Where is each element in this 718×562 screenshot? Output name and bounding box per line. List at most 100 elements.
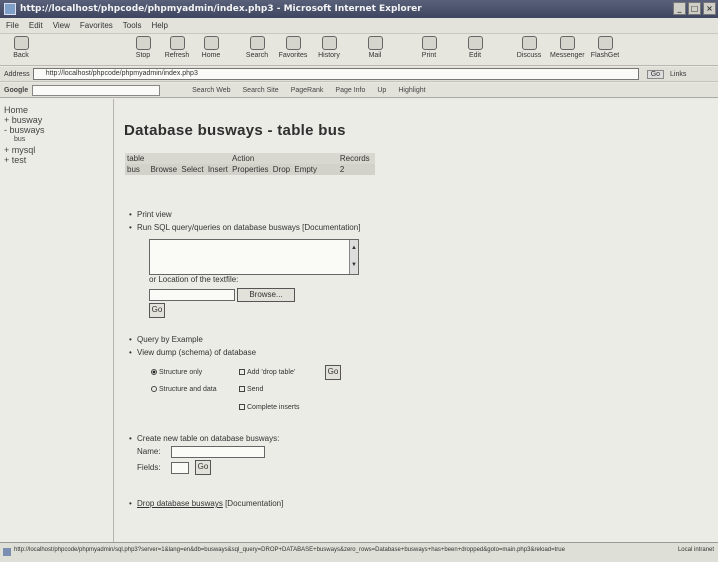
sidebar-item-bus[interactable]: bus <box>4 135 113 145</box>
drop-documentation-link[interactable]: [Documentation] <box>225 499 283 508</box>
add-drop-table-option[interactable]: Add 'drop table' <box>239 369 295 376</box>
home-icon <box>203 36 219 50</box>
window-controls: _ □ × <box>673 2 716 15</box>
menu-tools[interactable]: Tools <box>123 21 142 30</box>
print-button[interactable]: Print <box>412 36 446 64</box>
menu-help[interactable]: Help <box>151 21 167 30</box>
back-arrow-icon <box>13 36 29 50</box>
google-page-info[interactable]: Page Info <box>335 87 365 94</box>
sql-go-button[interactable]: Go <box>149 303 165 318</box>
drop-link[interactable]: Drop <box>273 165 290 174</box>
home-button[interactable]: Home <box>194 36 228 64</box>
structure-only-option[interactable]: Structure only <box>151 369 202 376</box>
window-titlebar: http://localhost/phpcode/phpmyadmin/inde… <box>0 0 718 18</box>
drop-database-item: Drop database busways [Documentation] <box>129 499 283 508</box>
flashget-icon <box>597 36 613 50</box>
table-list: table Action Records bus Browse Select I… <box>125 153 375 175</box>
minimize-button[interactable]: _ <box>673 2 686 15</box>
col-header-records: Records <box>339 154 370 163</box>
discuss-button[interactable]: Discuss <box>512 36 546 64</box>
edit-button[interactable]: Edit <box>458 36 492 64</box>
history-icon <box>321 36 337 50</box>
address-go-button[interactable]: Go <box>646 69 665 79</box>
structure-and-data-radio[interactable] <box>151 386 157 393</box>
sql-query-textarea[interactable]: ▲ ▼ <box>149 239 359 275</box>
sidebar-item-busway[interactable]: + busway <box>4 115 113 125</box>
print-view-link[interactable]: Print view <box>129 210 172 219</box>
address-input[interactable]: http://localhost/phpcode/phpmyadmin/inde… <box>32 68 639 80</box>
structure-and-data-option[interactable]: Structure and data <box>151 386 217 393</box>
insert-link[interactable]: Insert <box>208 165 228 174</box>
database-tree-frame: Home + busway - busways bus + mysql + te… <box>0 99 114 542</box>
browse-link[interactable]: Browse <box>150 165 177 174</box>
page-title: Database busways - table bus <box>124 122 346 139</box>
links-button[interactable]: Links <box>670 71 686 78</box>
name-label: Name: <box>137 447 161 456</box>
menu-view[interactable]: View <box>53 21 70 30</box>
mail-button[interactable]: Mail <box>358 36 392 64</box>
page-icon <box>3 548 11 556</box>
address-label: Address <box>4 70 30 78</box>
create-go-button[interactable]: Go <box>195 460 211 475</box>
window-title: http://localhost/phpcode/phpmyadmin/inde… <box>20 4 422 14</box>
menu-edit[interactable]: Edit <box>29 21 43 30</box>
table-name-cell: bus <box>127 165 140 174</box>
google-search-site[interactable]: Search Site <box>243 87 279 94</box>
google-search-input[interactable] <box>32 84 161 96</box>
properties-link[interactable]: Properties <box>232 165 268 174</box>
flashget-button[interactable]: FlashGet <box>588 36 622 64</box>
maximize-button[interactable]: □ <box>688 2 701 15</box>
location-label: or Location of the textfile: <box>149 275 239 284</box>
history-button[interactable]: History <box>312 36 346 64</box>
edit-icon <box>467 36 483 50</box>
add-drop-table-checkbox[interactable] <box>239 369 245 376</box>
sidebar-item-test[interactable]: + test <box>4 155 113 165</box>
documentation-link[interactable]: [Documentation] <box>302 223 360 232</box>
view-dump-label: View dump (schema) of database <box>129 348 256 357</box>
dump-go-button[interactable]: Go <box>325 365 341 380</box>
complete-inserts-checkbox[interactable] <box>239 404 245 411</box>
table-header-row: table Action Records <box>125 153 375 164</box>
google-label[interactable]: Google <box>0 87 32 94</box>
menu-file[interactable]: File <box>6 21 19 30</box>
structure-only-radio[interactable] <box>151 369 157 376</box>
col-header-action: Action <box>232 154 255 163</box>
status-url: http://localhost/phpcode/phpmyadmin/sql.… <box>14 547 565 553</box>
empty-link[interactable]: Empty <box>294 165 317 174</box>
messenger-button[interactable]: Messenger <box>550 36 585 64</box>
sidebar-item-busways[interactable]: - busways <box>4 125 113 135</box>
back-button[interactable]: Back <box>4 36 38 64</box>
google-pagerank[interactable]: PageRank <box>291 87 324 94</box>
close-button[interactable]: × <box>703 2 716 15</box>
browse-button[interactable]: Browse... <box>237 288 295 302</box>
select-link[interactable]: Select <box>181 165 203 174</box>
mail-icon <box>367 36 383 50</box>
query-by-example-link[interactable]: Query by Example <box>129 335 203 344</box>
security-zone: Local intranet <box>677 547 714 553</box>
refresh-button[interactable]: Refresh <box>160 36 194 64</box>
refresh-icon <box>169 36 185 50</box>
google-highlight[interactable]: Highlight <box>398 87 425 94</box>
records-cell: 2 <box>339 165 345 174</box>
google-up[interactable]: Up <box>377 87 386 94</box>
fields-count-input[interactable] <box>171 462 189 474</box>
stop-button[interactable]: Stop <box>126 36 160 64</box>
menu-favorites[interactable]: Favorites <box>80 21 113 30</box>
search-icon <box>249 36 265 50</box>
fields-label: Fields: <box>137 463 161 472</box>
browser-toolbar: Back Stop Refresh Home Search Favorites … <box>0 34 718 66</box>
run-sql-label: Run SQL query/queries on database busway… <box>137 223 300 232</box>
complete-inserts-option[interactable]: Complete inserts <box>239 404 300 411</box>
col-header-table: table <box>127 154 145 163</box>
send-checkbox[interactable] <box>239 386 245 393</box>
sidebar-item-home[interactable]: Home <box>4 105 113 115</box>
drop-database-link[interactable]: Drop database busways <box>137 499 223 508</box>
sidebar-item-mysql[interactable]: + mysql <box>4 145 113 155</box>
google-search-web[interactable]: Search Web <box>192 87 230 94</box>
table-name-input[interactable] <box>171 446 265 458</box>
favorites-button[interactable]: Favorites <box>276 36 310 64</box>
search-button[interactable]: Search <box>240 36 274 64</box>
textarea-scrollbar[interactable]: ▲ ▼ <box>349 240 358 274</box>
send-option[interactable]: Send <box>239 386 263 393</box>
textfile-input[interactable] <box>149 289 235 301</box>
